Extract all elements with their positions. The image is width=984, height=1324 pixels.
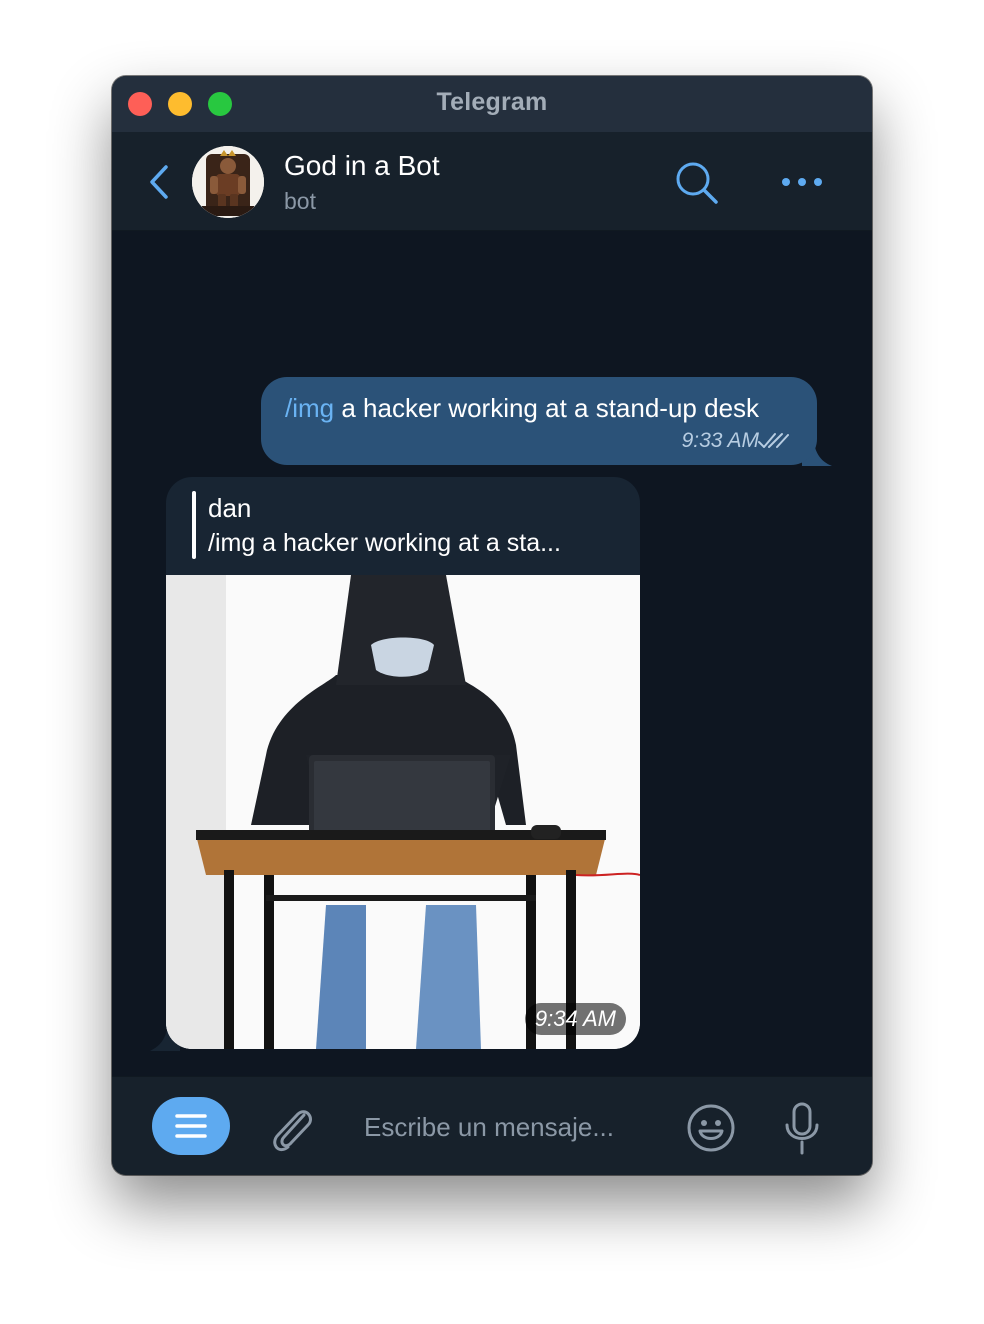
message-input[interactable] [364, 1109, 654, 1145]
outgoing-message-text: /img a hacker working at a stand-up desk [285, 393, 759, 424]
bot-menu-button[interactable] [152, 1097, 230, 1155]
double-check-icon [758, 433, 789, 448]
window-title: Telegram [436, 88, 548, 116]
avatar[interactable] [192, 146, 264, 218]
title-bar: Telegram [112, 76, 872, 132]
generated-image[interactable]: 9:34 AM [166, 575, 640, 1049]
incoming-message[interactable]: dan /img a hacker working at a sta... 9:… [166, 477, 640, 1049]
message-list[interactable]: /img a hacker working at a stand-up desk… [112, 231, 872, 1076]
paperclip-icon[interactable] [268, 1101, 316, 1153]
search-icon[interactable] [674, 160, 720, 206]
message-time: 9:33 AM [681, 429, 759, 452]
menu-icon [175, 1114, 207, 1138]
message-time: 9:34 AM [524, 1003, 626, 1035]
microphone-icon[interactable] [782, 1101, 822, 1155]
chat-status: bot [284, 188, 316, 214]
message-composer [112, 1076, 872, 1175]
reply-quote-text[interactable]: /img a hacker working at a sta... [208, 529, 561, 558]
more-dots-icon[interactable] [780, 174, 824, 190]
outgoing-message[interactable]: /img a hacker working at a stand-up desk… [261, 377, 817, 465]
reply-author[interactable]: dan [208, 493, 251, 524]
telegram-window: Telegram God in a Bot bot /img a hacker … [112, 76, 872, 1175]
avatar-image [192, 146, 264, 218]
chat-title[interactable]: God in a Bot [284, 150, 440, 182]
bot-command-link[interactable]: /img [285, 393, 334, 423]
message-body: a hacker working at a stand-up desk [334, 393, 760, 423]
chevron-left-icon[interactable] [148, 164, 170, 200]
smiley-icon[interactable] [686, 1103, 736, 1153]
reply-quote-bar [192, 491, 196, 559]
chat-header: God in a Bot bot [112, 132, 872, 231]
hacker-at-desk-image [166, 575, 640, 1049]
